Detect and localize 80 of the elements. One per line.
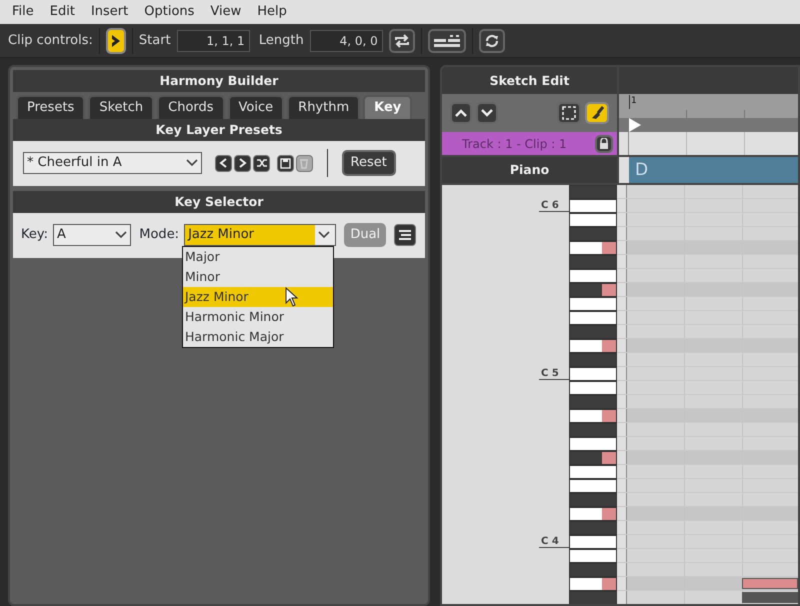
track-label: Track : 1 - Clip : 1 (462, 136, 568, 152)
lock-icon (599, 138, 609, 149)
caret-icon (318, 231, 330, 239)
loop-icon (394, 34, 410, 48)
mode-option[interactable]: Major (183, 247, 333, 267)
section-title: Key Selector (13, 190, 425, 212)
bars-icon (432, 34, 461, 48)
trash-icon (299, 158, 309, 168)
mode-option[interactable]: Minor (183, 267, 333, 287)
mode-option[interactable]: Harmonic Major (183, 327, 333, 347)
caret-icon (186, 159, 198, 167)
length-field[interactable]: 4, 0, 0 (310, 30, 383, 52)
chevron-icon (110, 34, 121, 48)
piano-key[interactable] (569, 479, 617, 493)
mode-option[interactable]: Jazz Minor (183, 287, 333, 307)
piano-key[interactable] (569, 199, 617, 213)
piano-key[interactable] (569, 577, 617, 591)
tab[interactable]: Key (363, 95, 412, 118)
piano-key[interactable] (569, 507, 617, 521)
brush-button[interactable] (585, 102, 609, 124)
follow-button[interactable] (106, 28, 126, 54)
piano-key[interactable] (569, 535, 617, 549)
panel-title: Harmony Builder (13, 70, 425, 92)
menu-item[interactable]: Edit (42, 2, 83, 22)
start-label: Start (138, 32, 171, 50)
menu-item[interactable]: View (202, 2, 250, 22)
loop-button[interactable] (388, 28, 415, 52)
shuffle-icon (256, 158, 268, 168)
key-label: Key: (21, 226, 48, 244)
mode-option[interactable]: Harmonic Minor (183, 307, 333, 327)
tab[interactable]: Presets (16, 95, 86, 118)
piano-key[interactable] (569, 269, 617, 283)
piano-key[interactable] (569, 437, 617, 451)
note-block[interactable] (742, 578, 798, 589)
tab[interactable]: Sketch (88, 95, 154, 118)
selection-icon (562, 106, 576, 120)
piano-key[interactable] (569, 549, 617, 563)
menu-item[interactable]: Insert (82, 2, 136, 22)
piano-key[interactable] (569, 367, 617, 381)
brush-icon (590, 106, 604, 120)
lock-button[interactable] (595, 134, 613, 152)
save-icon (280, 158, 290, 168)
caret-icon (115, 231, 128, 239)
piano-key[interactable] (569, 241, 617, 255)
reset-button[interactable]: Reset (342, 150, 396, 176)
next-button[interactable] (234, 154, 251, 172)
menu-item[interactable]: Options (136, 2, 202, 22)
up-button[interactable] (450, 102, 472, 124)
piano-key[interactable] (569, 311, 617, 325)
refresh-icon (484, 32, 500, 48)
length-label: Length (258, 32, 304, 50)
previous-button[interactable] (215, 154, 232, 172)
tab[interactable]: Voice (228, 95, 284, 118)
save-button[interactable] (276, 154, 294, 172)
grid-button[interactable] (428, 28, 466, 52)
down-button[interactable] (476, 102, 498, 124)
piano-key[interactable] (569, 339, 617, 353)
piano-key[interactable] (569, 381, 617, 395)
mode-dropdown[interactable]: Jazz Minor (184, 224, 336, 246)
select-button[interactable] (557, 102, 581, 124)
tab[interactable]: Chords (157, 95, 225, 118)
pointer-icon (285, 287, 299, 307)
key-dropdown[interactable]: A (53, 224, 132, 246)
ruler-number: 1 (629, 95, 637, 108)
start-field[interactable]: 1, 1, 1 (176, 30, 250, 52)
menu-item[interactable]: File (4, 2, 42, 22)
shuffle-button[interactable] (253, 154, 270, 172)
menu-icon (398, 229, 412, 241)
toolbar-label: Clip controls: (8, 32, 93, 50)
menu-button[interactable] (394, 224, 416, 246)
preset-dropdown[interactable]: * Cheerful in A (23, 152, 202, 174)
menu-item[interactable]: Help (249, 2, 295, 22)
piano-key[interactable] (569, 213, 617, 227)
tab[interactable]: Rhythm (287, 95, 360, 118)
mode-label: Mode: (139, 226, 180, 244)
refresh-button[interactable] (478, 28, 505, 52)
section-title: Key Layer Presets (13, 118, 425, 140)
piano-key[interactable] (569, 465, 617, 479)
piano-key[interactable] (569, 297, 617, 311)
piano-key[interactable] (569, 409, 617, 423)
